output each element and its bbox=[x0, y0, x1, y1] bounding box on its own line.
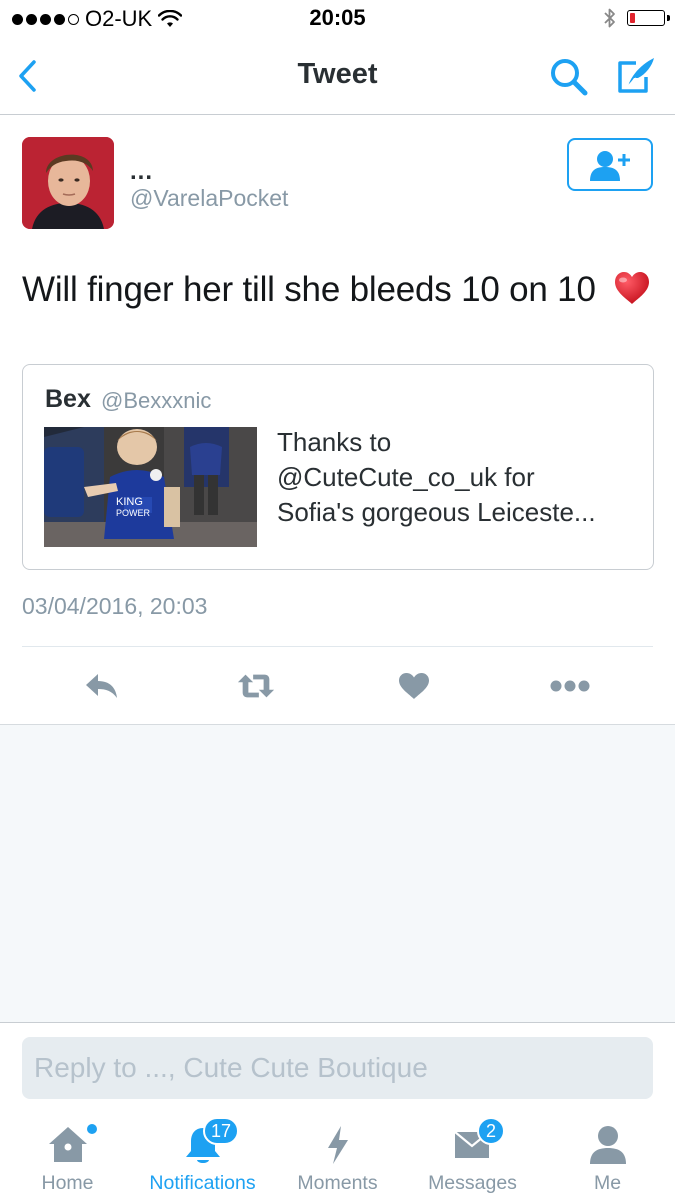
messages-badge: 2 bbox=[477, 1117, 505, 1145]
person-icon bbox=[589, 1126, 626, 1164]
quoted-author-handle: @Bexxxnic bbox=[101, 388, 212, 413]
svg-text:POWER: POWER bbox=[116, 508, 151, 518]
bluetooth-icon bbox=[604, 8, 615, 28]
battery-icon bbox=[627, 10, 670, 26]
quoted-photo: KING POWER bbox=[44, 427, 257, 547]
compose-button[interactable] bbox=[614, 54, 658, 98]
status-right bbox=[603, 6, 670, 30]
notification-badge: 17 bbox=[203, 1117, 240, 1145]
profile-photo bbox=[22, 137, 114, 229]
more-button[interactable] bbox=[550, 668, 590, 704]
status-bar: O2-UK 20:05 bbox=[0, 0, 675, 38]
compose-icon bbox=[618, 58, 654, 93]
retweet-button[interactable] bbox=[236, 668, 276, 704]
more-icon bbox=[550, 680, 590, 692]
home-icon bbox=[48, 1127, 87, 1162]
like-button[interactable] bbox=[394, 668, 434, 704]
quoted-tweet-text: Thanks to @CuteCute_co_uk for Sofia's go… bbox=[277, 425, 637, 530]
avatar[interactable] bbox=[22, 137, 114, 229]
reply-bar bbox=[0, 1022, 675, 1112]
tab-bar: Home 17 Notifications Moments 2 Messages bbox=[0, 1112, 675, 1200]
search-icon bbox=[551, 59, 588, 96]
tab-home[interactable]: Home bbox=[0, 1112, 135, 1200]
author-name[interactable]: ... bbox=[130, 158, 153, 186]
tab-label: Messages bbox=[428, 1172, 517, 1194]
quoted-author-name: Bex bbox=[45, 385, 91, 413]
new-content-dot bbox=[87, 1124, 97, 1134]
search-button[interactable] bbox=[548, 56, 590, 98]
nav-bar: Tweet bbox=[0, 38, 675, 115]
quoted-text-line: Thanks to bbox=[277, 427, 392, 457]
quoted-media-thumbnail[interactable]: KING POWER bbox=[44, 427, 257, 547]
author-handle[interactable]: @VarelaPocket bbox=[130, 185, 288, 212]
quoted-tweet[interactable]: Bex @Bexxxnic KING POWER Thanks to @Cute bbox=[22, 364, 654, 570]
reply-input[interactable] bbox=[22, 1037, 653, 1099]
tab-me[interactable]: Me bbox=[540, 1112, 675, 1200]
heart-icon bbox=[399, 673, 429, 699]
tweet-body: Will finger her till she bleeds 10 on 10 bbox=[22, 270, 596, 309]
reply-icon bbox=[86, 674, 117, 698]
tab-moments[interactable]: Moments bbox=[270, 1112, 405, 1200]
add-user-icon bbox=[590, 150, 630, 181]
tab-label: Notifications bbox=[149, 1172, 256, 1194]
tab-label: Home bbox=[41, 1172, 94, 1194]
tab-messages[interactable]: 2 Messages bbox=[405, 1112, 540, 1200]
divider bbox=[22, 646, 653, 647]
tab-notifications[interactable]: 17 Notifications bbox=[135, 1112, 270, 1200]
tab-label: Me bbox=[593, 1172, 622, 1194]
tweet-actions bbox=[0, 660, 675, 712]
follow-button[interactable] bbox=[567, 138, 653, 191]
status-time: 20:05 bbox=[309, 5, 366, 30]
quoted-text-line: Sofia's gorgeous Leiceste... bbox=[277, 497, 596, 527]
tweet-timestamp: 03/04/2016, 20:03 bbox=[22, 593, 208, 619]
reply-button[interactable] bbox=[82, 668, 122, 704]
quoted-text-line: @CuteCute_co_uk for bbox=[277, 462, 535, 492]
tweet-text: Will finger her till she bleeds 10 on 10 bbox=[22, 270, 651, 314]
tab-label: Moments bbox=[297, 1172, 378, 1194]
replies-area bbox=[0, 725, 675, 1022]
lightning-icon bbox=[327, 1126, 348, 1164]
retweet-icon bbox=[237, 674, 275, 698]
svg-text:KING: KING bbox=[116, 496, 143, 508]
red-heart-icon bbox=[613, 271, 651, 314]
